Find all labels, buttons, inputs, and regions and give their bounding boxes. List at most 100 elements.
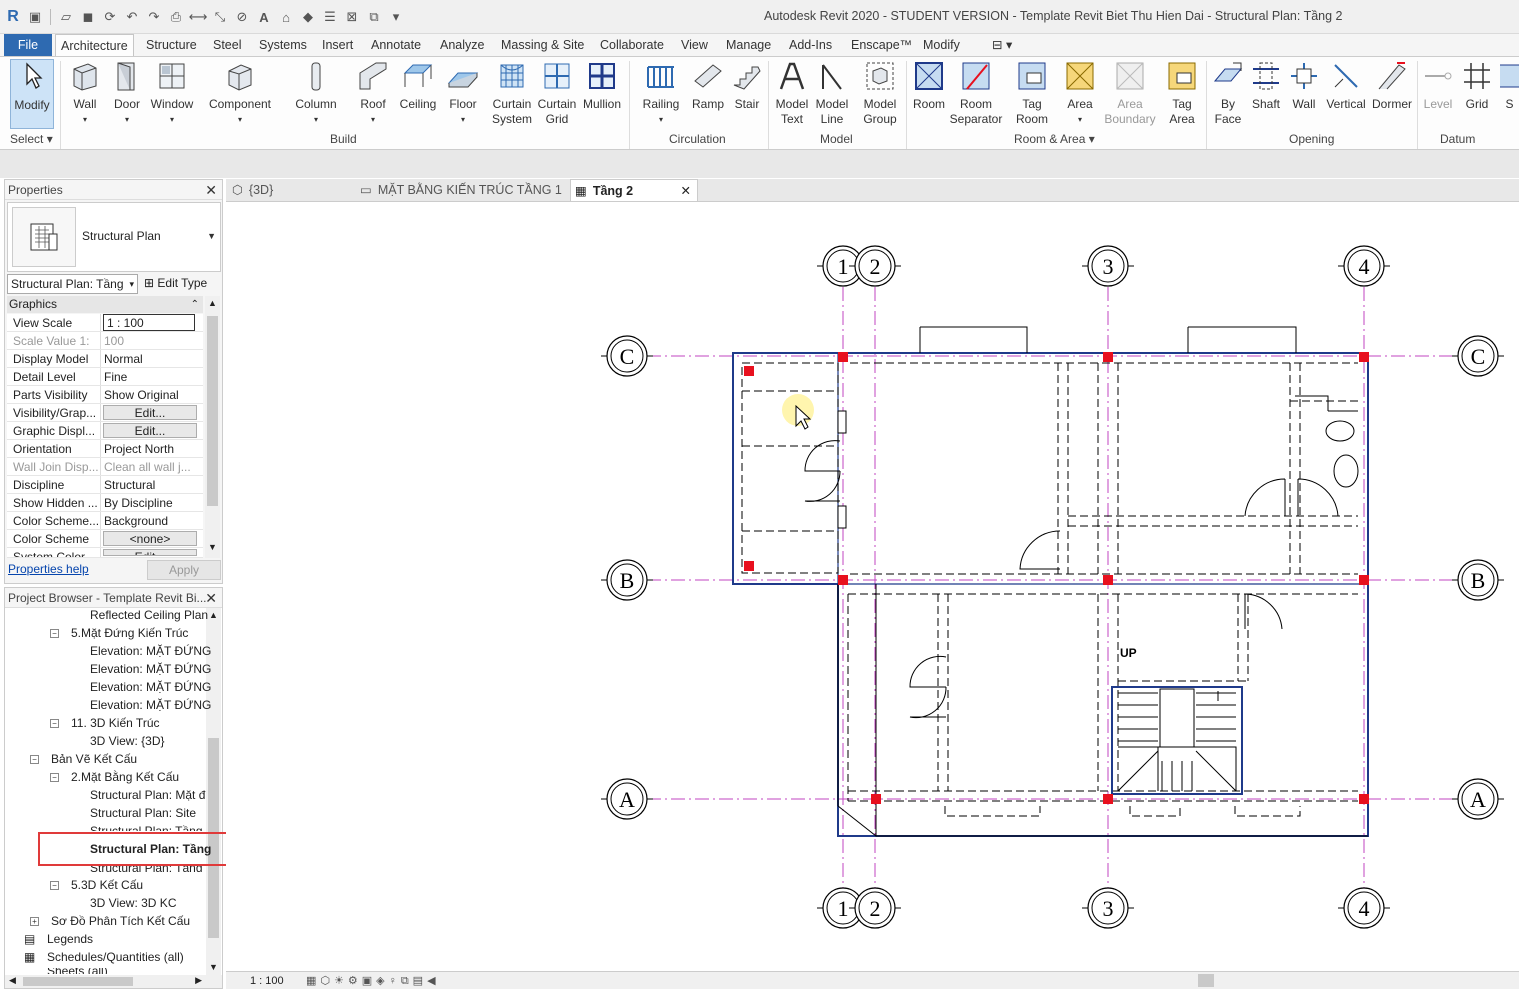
undo-icon[interactable]: ↶ — [123, 8, 141, 26]
list-item[interactable]: 3D View: {3D} — [90, 732, 165, 750]
column-marker[interactable] — [1359, 794, 1369, 804]
collapse-icon[interactable]: − — [30, 755, 39, 764]
section-icon[interactable]: ◆ — [299, 8, 317, 26]
tab-3d-view[interactable]: ⬡ {3D} — [230, 179, 350, 201]
list-item[interactable]: 3D View: 3D KC — [90, 894, 176, 912]
table-row[interactable]: Orientation Project North — [7, 440, 203, 458]
view-instance-select[interactable]: Structural Plan: Tầng ▾ — [7, 274, 138, 294]
grid-bubble[interactable]: B — [601, 559, 653, 601]
column-marker[interactable] — [744, 561, 754, 571]
close-icon[interactable]: ✕ — [205, 180, 217, 200]
column-marker[interactable] — [1103, 794, 1113, 804]
visibility-edit-button[interactable]: Edit... — [103, 405, 197, 420]
list-item[interactable]: Structural Plan: Site — [90, 804, 196, 822]
column-button[interactable]: Column ▾ — [293, 59, 339, 127]
table-row[interactable]: Display Model Normal — [7, 350, 203, 368]
set-button[interactable]: S — [1500, 59, 1519, 112]
expand-icon[interactable]: + — [30, 917, 39, 926]
modify-button[interactable]: Modify — [10, 59, 54, 129]
list-item[interactable]: 11. 3D Kiến Trúc — [71, 714, 160, 732]
grid-bubble[interactable]: B — [1452, 559, 1504, 601]
graphics-group-header[interactable]: Graphics ⌃ — [7, 296, 203, 313]
tab-structural-plan[interactable]: ▦ Tầng 2 ✕ — [570, 179, 698, 201]
sync-icon[interactable]: ⟳ — [101, 8, 119, 26]
area-boundary-button[interactable]: Area Boundary — [1104, 59, 1156, 127]
list-item[interactable]: Elevation: MẶT ĐỨNG — [90, 678, 211, 696]
grid-button[interactable]: Grid — [1460, 59, 1494, 112]
model-group-button[interactable]: Model Group — [858, 59, 902, 127]
3d-view-icon[interactable]: ⌂ — [277, 8, 295, 26]
thin-lines-icon[interactable]: ☰ — [321, 8, 339, 26]
close-icon[interactable]: ✕ — [205, 588, 217, 608]
tab-massing-site[interactable]: Massing & Site — [501, 34, 584, 56]
view-scale-label[interactable]: 1 : 100 — [250, 972, 284, 989]
tab-modify[interactable]: Modify — [923, 34, 960, 56]
structural-plan-drawing[interactable]: UP 11223344C CB BA A — [226, 202, 1519, 972]
room-area-dropdown[interactable]: Room & Area ▾ — [1014, 132, 1095, 146]
tab-enscape[interactable]: Enscape™ — [851, 34, 912, 56]
tab-file[interactable]: File — [4, 34, 52, 56]
collapse-icon[interactable]: − — [50, 719, 59, 728]
column-marker[interactable] — [744, 366, 754, 376]
ramp-button[interactable]: Ramp — [690, 59, 726, 112]
properties-help-link[interactable]: Properties help — [8, 562, 89, 576]
door-button[interactable]: Door ▾ — [110, 59, 144, 127]
dormer-button[interactable]: Dormer — [1370, 59, 1414, 112]
tab-collaborate[interactable]: Collaborate — [600, 34, 664, 56]
grid-bubble[interactable]: 3 — [1082, 245, 1134, 287]
vertical-opening-button[interactable]: Vertical — [1324, 59, 1368, 112]
curtain-grid-button[interactable]: Curtain Grid — [536, 59, 578, 127]
table-row[interactable]: Show Hidden ... By Discipline — [7, 494, 203, 512]
graphic-display-edit-button[interactable]: Edit... — [103, 423, 197, 438]
measure-icon[interactable]: ⟷ — [189, 8, 208, 26]
drawing-canvas[interactable]: UP 11223344CCBBAA — [226, 201, 1519, 971]
collapse-icon[interactable]: − — [50, 773, 59, 782]
grid-bubble[interactable]: C — [1452, 335, 1504, 377]
roof-button[interactable]: Roof ▾ — [357, 59, 389, 127]
tag-room-button[interactable]: Tag Room — [1010, 59, 1054, 127]
floor-button[interactable]: Floor ▾ — [445, 59, 481, 127]
collapse-icon[interactable]: − — [50, 881, 59, 890]
list-item[interactable]: Elevation: MẶT ĐỨNG — [90, 642, 211, 660]
edit-type-button[interactable]: ⊞ Edit Type — [144, 274, 207, 294]
column-marker[interactable] — [1359, 352, 1369, 362]
view-control-icons[interactable]: ▦⬡☀⚙▣◈♀⧉▤◀ — [306, 972, 440, 989]
home-icon[interactable]: ▣ — [26, 8, 44, 26]
redo-icon[interactable]: ↷ — [145, 8, 163, 26]
print-icon[interactable]: ⎙ — [167, 8, 185, 26]
grid-bubble[interactable]: C — [601, 335, 653, 377]
list-item[interactable]: Bản Vẽ Kết Cấu — [51, 750, 137, 768]
tab-steel[interactable]: Steel — [213, 34, 242, 56]
color-scheme-button[interactable]: <none> — [103, 531, 197, 546]
column-marker[interactable] — [1103, 575, 1113, 585]
tab-systems[interactable]: Systems — [259, 34, 307, 56]
by-face-button[interactable]: By Face — [1210, 59, 1246, 127]
list-item[interactable]: Sơ Đồ Phân Tích Kết Cấu — [51, 912, 190, 930]
tab-analyze[interactable]: Analyze — [440, 34, 484, 56]
chevron-down-icon[interactable]: ▼ — [207, 231, 216, 241]
wall-button[interactable]: Wall ▾ — [67, 59, 103, 127]
table-row[interactable]: Color Scheme... Background — [7, 512, 203, 530]
mullion-button[interactable]: Mullion — [580, 59, 624, 112]
view-scale-input[interactable]: 1 : 100 — [103, 314, 195, 331]
list-item[interactable]: Schedules/Quantities (all) — [47, 948, 184, 966]
close-hidden-icon[interactable]: ⊠ — [343, 8, 361, 26]
open-icon[interactable]: ▱ — [57, 8, 75, 26]
tag-icon[interactable]: ⊘ — [233, 8, 251, 26]
column-marker[interactable] — [1103, 352, 1113, 362]
customize-qat-icon[interactable]: ▾ — [387, 8, 405, 26]
system-color-edit-button[interactable]: Edit... — [103, 549, 197, 556]
grid-bubble[interactable]: A — [601, 778, 653, 820]
tab-insert[interactable]: Insert — [322, 34, 353, 56]
column-marker[interactable] — [871, 794, 881, 804]
window-button[interactable]: Window ▾ — [150, 59, 194, 127]
room-button[interactable]: Room — [910, 59, 948, 112]
list-item[interactable]: 5.3D Kết Cấu — [71, 876, 143, 894]
stair-button[interactable]: Stair — [730, 59, 764, 112]
dimension-icon[interactable]: ⤡ — [211, 8, 229, 26]
grid-bubble[interactable]: 3 — [1082, 887, 1134, 929]
shaft-button[interactable]: Shaft — [1248, 59, 1284, 112]
canvas-hscroll-thumb[interactable] — [1198, 974, 1214, 987]
ceiling-button[interactable]: Ceiling — [397, 59, 439, 112]
list-item[interactable]: Elevation: MẶT ĐỨNG — [90, 696, 211, 714]
